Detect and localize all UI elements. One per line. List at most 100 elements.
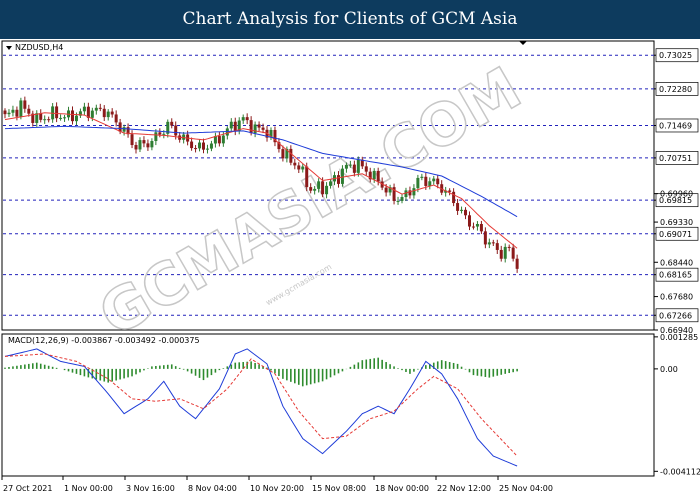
candle-body xyxy=(460,209,464,211)
candle-body xyxy=(329,181,333,186)
macd-title: MACD(12,26,9) -0.003867 -0.003492 -0.000… xyxy=(8,336,200,345)
candle-body xyxy=(217,136,221,144)
candle-body xyxy=(452,191,456,204)
candle-body xyxy=(384,187,388,193)
candle-body xyxy=(154,132,158,142)
candle-body xyxy=(43,119,47,121)
macd-tick-label: 0.001285 xyxy=(660,333,698,342)
candle-body xyxy=(412,188,416,196)
candle-body xyxy=(420,176,424,178)
candle-body xyxy=(39,113,43,120)
candle-body xyxy=(293,162,297,166)
candle-body xyxy=(448,190,452,192)
level-price-label: 0.67266 xyxy=(659,311,692,320)
candle-body xyxy=(146,143,150,148)
candle-body xyxy=(348,164,352,166)
time-tick-label: 18 Nov 00:00 xyxy=(375,484,429,493)
candle-body xyxy=(495,243,499,250)
candle-body xyxy=(174,125,178,136)
candle-body xyxy=(94,107,98,111)
candle-body xyxy=(499,249,503,259)
candle-body xyxy=(376,170,380,182)
candle-body xyxy=(372,170,376,180)
candle-body xyxy=(467,215,471,227)
macd-tick-label: -0.004112 xyxy=(660,467,700,476)
candle-body xyxy=(364,166,368,172)
candle-body xyxy=(150,141,154,148)
candle-body xyxy=(483,231,487,245)
candle-body xyxy=(289,148,293,163)
candle-body xyxy=(352,164,356,173)
candle-body xyxy=(340,168,344,184)
candle-body xyxy=(245,117,249,121)
candle-body xyxy=(400,197,404,201)
candle-body xyxy=(456,203,460,211)
candle-body xyxy=(356,159,360,173)
candle-body xyxy=(515,258,519,269)
candle-body xyxy=(59,117,63,119)
candle-body xyxy=(491,242,495,244)
candle-body xyxy=(138,140,142,150)
candle-body xyxy=(98,107,102,109)
price-pane[interactable]: GCMASIA.COM www.gcmasia.com 0.730250.722… xyxy=(1,40,699,350)
candle-body xyxy=(464,209,468,216)
candle-body xyxy=(170,121,174,126)
candle-body xyxy=(90,110,94,118)
candle-body xyxy=(130,134,134,146)
candle-body xyxy=(253,124,257,134)
price-tick-label: 0.68440 xyxy=(660,258,693,267)
candle-body xyxy=(134,145,138,150)
candle-body xyxy=(27,108,31,114)
candle-body xyxy=(241,117,245,121)
candle-body xyxy=(198,142,202,149)
candle-body xyxy=(479,223,483,232)
candle-body xyxy=(503,246,507,259)
candle-body xyxy=(432,178,436,182)
candle-body xyxy=(424,176,428,186)
candle-body xyxy=(3,110,7,115)
candle-body xyxy=(336,175,340,184)
candle-body xyxy=(487,242,491,245)
banner-title: Chart Analysis for Clients of GCM Asia xyxy=(182,9,518,29)
candle-body xyxy=(114,114,118,123)
candle-body xyxy=(106,111,110,118)
chart-area[interactable]: GCMASIA.COM www.gcmasia.com 0.730250.722… xyxy=(0,39,700,500)
level-price-label: 0.69071 xyxy=(659,230,692,239)
candle-body xyxy=(47,119,51,121)
candle-body xyxy=(55,106,59,119)
chart-header: NZDUSD,H4 xyxy=(6,43,63,52)
title-banner: Chart Analysis for Clients of GCM Asia xyxy=(0,0,700,39)
candle-body xyxy=(110,111,114,115)
candle-body xyxy=(190,141,194,149)
candle-body xyxy=(305,166,309,188)
time-tick-label: 22 Nov 12:00 xyxy=(437,484,491,493)
candle-body xyxy=(475,223,479,227)
candle-body xyxy=(416,177,420,189)
time-tick-label: 3 Nov 16:00 xyxy=(126,484,175,493)
candle-body xyxy=(511,247,515,259)
level-price-label: 0.70751 xyxy=(659,154,692,163)
candle-body xyxy=(507,246,511,248)
time-tick-label: 27 Oct 2021 xyxy=(3,484,52,493)
symbol-timeframe: NZDUSD,H4 xyxy=(15,43,63,52)
candle-body xyxy=(261,127,265,130)
candle-body xyxy=(205,148,209,150)
candle-body xyxy=(7,112,11,115)
candle-body xyxy=(297,165,301,170)
candle-body xyxy=(221,135,225,144)
candle-body xyxy=(471,226,475,228)
candle-body xyxy=(344,164,348,169)
candle-body xyxy=(249,120,253,134)
macd-pane[interactable]: 0.001285 0.00 -0.004112 MACD(12,26,9) -0.0… xyxy=(1,333,700,477)
price-tick-label: 0.69960 xyxy=(660,190,693,199)
level-price-label: 0.73025 xyxy=(659,51,692,60)
candle[interactable] xyxy=(19,97,23,120)
time-tick-label: 15 Nov 08:00 xyxy=(312,484,366,493)
candle-body xyxy=(229,121,233,129)
candle-body xyxy=(162,133,166,135)
candle-body xyxy=(233,121,237,132)
candle-body xyxy=(257,124,261,128)
candle-body xyxy=(102,108,106,118)
candle-body xyxy=(309,187,313,191)
candle-body xyxy=(158,132,162,135)
